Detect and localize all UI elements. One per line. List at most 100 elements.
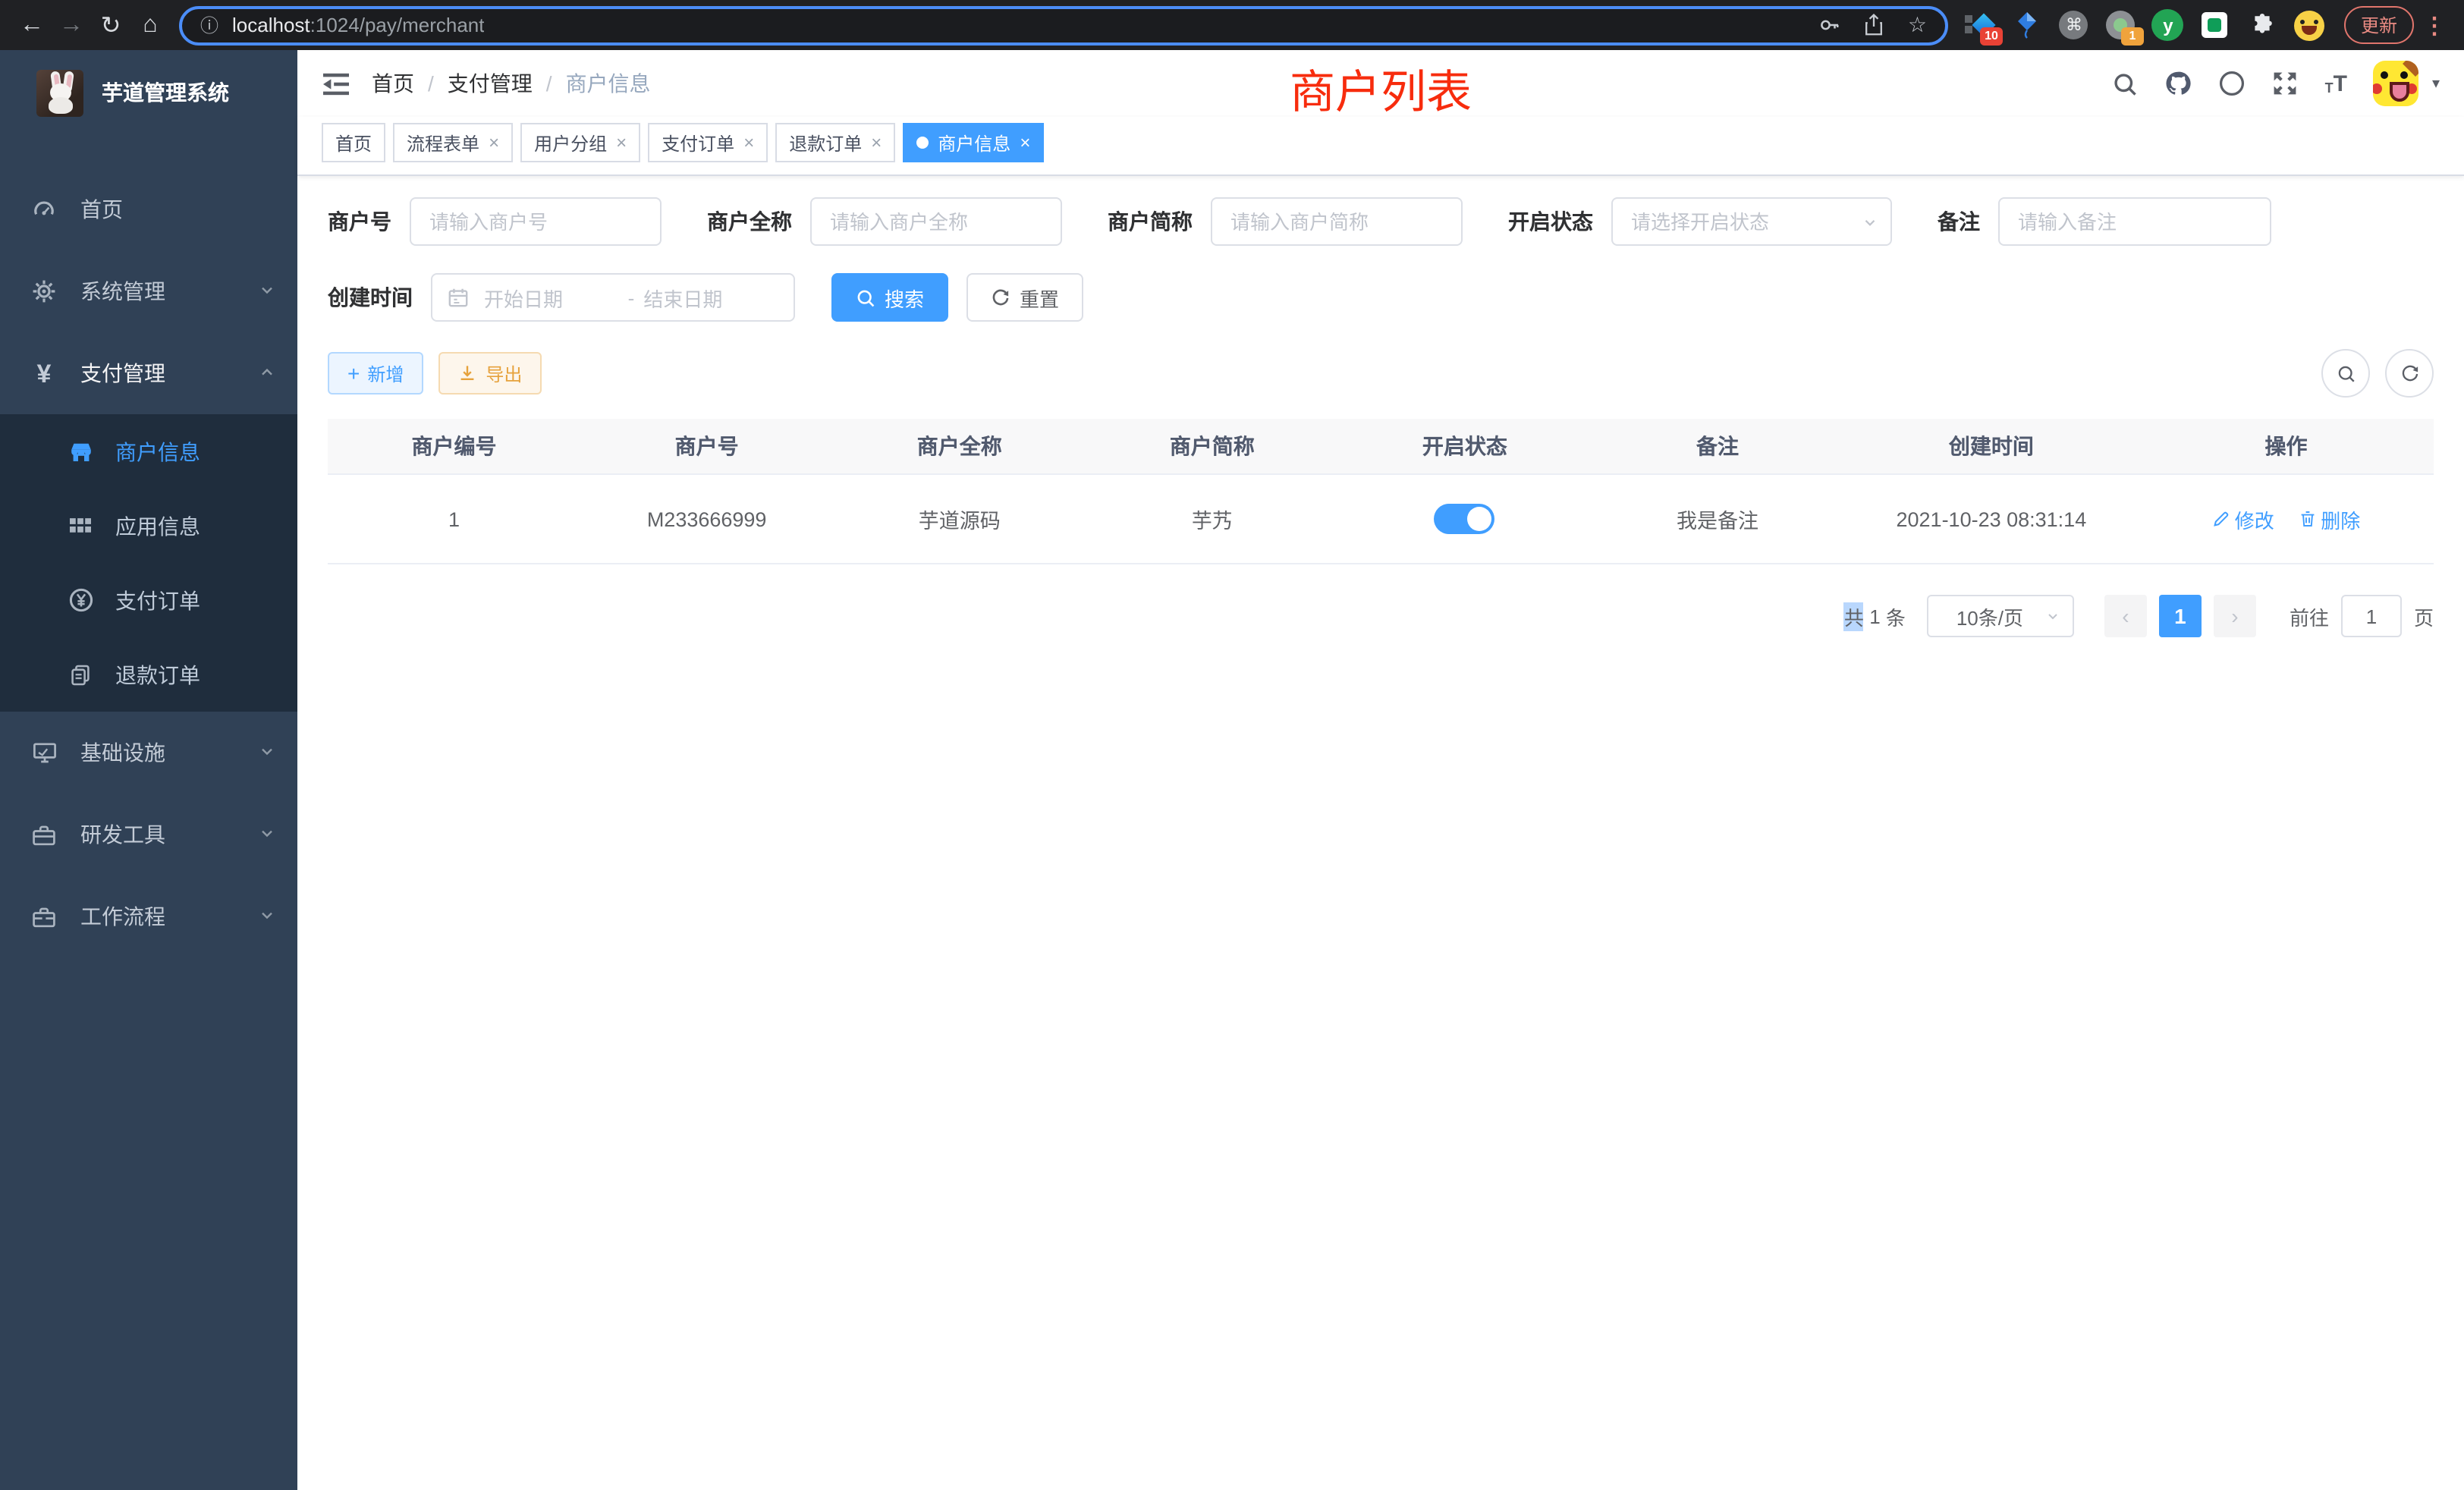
extension-meet-icon[interactable]: 1 bbox=[2104, 7, 2138, 43]
reload-icon[interactable]: ↻ bbox=[91, 5, 130, 45]
sidebar-item-merchant-info[interactable]: 商户信息 bbox=[0, 414, 297, 489]
tab-close-icon[interactable]: × bbox=[743, 132, 754, 153]
header-search-icon[interactable] bbox=[2113, 71, 2139, 96]
remark-input[interactable] bbox=[1998, 197, 2271, 246]
sidebar-item-refund-order[interactable]: 退款订单 bbox=[0, 637, 297, 712]
tab-close-icon[interactable]: × bbox=[871, 132, 882, 153]
extension-kite-icon[interactable] bbox=[2010, 7, 2044, 43]
app-logo-row[interactable]: 芋道管理系统 bbox=[0, 50, 297, 135]
tab-home[interactable]: 首页 bbox=[322, 123, 385, 162]
sidebar-item-dev-tools[interactable]: 研发工具 bbox=[0, 794, 297, 875]
tab-user-group[interactable]: 用户分组 × bbox=[520, 123, 640, 162]
search-button[interactable]: 搜索 bbox=[831, 273, 948, 322]
refresh-button[interactable] bbox=[2385, 349, 2434, 398]
tab-close-icon[interactable]: × bbox=[616, 132, 627, 153]
profile-avatar-icon[interactable] bbox=[2293, 7, 2326, 43]
short-name-input[interactable] bbox=[1211, 197, 1463, 246]
sidebar-item-system[interactable]: 系统管理 bbox=[0, 250, 297, 332]
edit-link[interactable]: 修改 bbox=[2212, 505, 2274, 533]
extension-chat-icon[interactable] bbox=[2198, 7, 2232, 43]
next-page-button[interactable]: › bbox=[2214, 595, 2256, 637]
tab-process-form[interactable]: 流程表单× bbox=[393, 123, 513, 162]
tab-refund-order[interactable]: 退款订单× bbox=[775, 123, 895, 162]
chevron-down-icon bbox=[258, 822, 276, 847]
dashboard-icon bbox=[30, 197, 58, 222]
user-avatar[interactable] bbox=[2373, 61, 2418, 106]
sidebar-submenu-pay: 商户信息 应用信息 支付订单 bbox=[0, 414, 297, 712]
share-icon[interactable] bbox=[1864, 14, 1885, 36]
yen-circle-icon bbox=[67, 587, 94, 613]
table-toolbar: + 新增 导出 bbox=[328, 349, 2434, 398]
status-toggle[interactable] bbox=[1435, 504, 1495, 534]
tab-merchant-info[interactable]: 商户信息× bbox=[903, 123, 1044, 162]
breadcrumb-pay[interactable]: 支付管理 bbox=[448, 68, 533, 99]
goto-page-input[interactable] bbox=[2341, 595, 2402, 637]
yen-icon: ¥ bbox=[30, 360, 58, 386]
end-date-placeholder[interactable]: 结束日期 bbox=[643, 283, 778, 312]
sidebar-item-home[interactable]: 首页 bbox=[0, 168, 297, 250]
password-key-icon[interactable] bbox=[1818, 14, 1841, 36]
site-info-icon[interactable]: ⓘ bbox=[200, 12, 218, 38]
total-prefix: 共 bbox=[1844, 602, 1864, 630]
extension-command-icon[interactable]: ⌘ bbox=[2057, 7, 2091, 43]
tab-pay-order[interactable]: 支付订单 × bbox=[648, 123, 768, 162]
app-logo-avatar bbox=[36, 69, 83, 116]
extensions-puzzle-icon[interactable] bbox=[2246, 7, 2279, 43]
tab-close-icon[interactable]: × bbox=[1020, 132, 1030, 153]
breadcrumb-separator: / bbox=[428, 71, 434, 96]
toggle-search-button[interactable] bbox=[2321, 349, 2370, 398]
reset-button[interactable]: 重置 bbox=[966, 273, 1083, 322]
sidebar-item-pay-order[interactable]: 支付订单 bbox=[0, 563, 297, 637]
breadcrumb-home[interactable]: 首页 bbox=[372, 68, 414, 99]
total-value: 1 bbox=[1869, 605, 1880, 627]
prev-page-button[interactable]: ‹ bbox=[2104, 595, 2147, 637]
col-merchant-id: 商户编号 bbox=[328, 431, 580, 461]
page-size-select[interactable]: 10条/页 bbox=[1927, 595, 2074, 637]
tab-label: 用户分组 bbox=[534, 130, 607, 156]
address-bar[interactable]: ⓘ localhost:1024/pay/merchant ☆ bbox=[179, 5, 1948, 45]
sidebar-item-pay[interactable]: ¥ 支付管理 bbox=[0, 332, 297, 414]
back-icon[interactable]: ← bbox=[12, 5, 52, 45]
github-icon[interactable] bbox=[2164, 70, 2193, 97]
col-remark: 备注 bbox=[1591, 431, 1843, 461]
tab-label: 支付订单 bbox=[662, 130, 734, 156]
active-tab-dot bbox=[916, 137, 929, 149]
filter-row-1: 商户号 商户全称 商户简称 开启状态 bbox=[328, 197, 2434, 246]
font-size-icon[interactable]: TT bbox=[2325, 72, 2347, 95]
start-date-placeholder[interactable]: 开始日期 bbox=[484, 283, 619, 312]
sidebar-collapse-icon[interactable] bbox=[322, 71, 350, 96]
bookmark-star-icon[interactable]: ☆ bbox=[1908, 12, 1927, 38]
add-button[interactable]: + 新增 bbox=[328, 352, 423, 395]
edit-link-label: 修改 bbox=[2235, 505, 2274, 533]
date-range-separator: - bbox=[628, 286, 635, 309]
pagination: 共 1 条 10条/页 ‹ 1 › 前往 页 bbox=[328, 595, 2434, 637]
storefront-icon bbox=[67, 439, 94, 464]
page-1-button[interactable]: 1 bbox=[2159, 595, 2202, 637]
home-icon[interactable]: ⌂ bbox=[130, 5, 170, 45]
chevron-down-icon bbox=[2045, 608, 2060, 624]
tab-close-icon[interactable]: × bbox=[489, 132, 499, 153]
col-status: 开启状态 bbox=[1338, 431, 1591, 461]
fullscreen-icon[interactable] bbox=[2272, 70, 2299, 97]
browser-toolbar: ← → ↻ ⌂ ⓘ localhost:1024/pay/merchant ☆ … bbox=[0, 0, 2464, 50]
chrome-update-button[interactable]: 更新 bbox=[2344, 6, 2414, 44]
export-button[interactable]: 导出 bbox=[438, 352, 542, 395]
full-name-input[interactable] bbox=[810, 197, 1062, 246]
forward-icon[interactable]: → bbox=[52, 5, 91, 45]
chrome-menu-icon[interactable]: ⋮ bbox=[2417, 11, 2452, 39]
extension-blue-diamond-icon[interactable]: 10 bbox=[1963, 7, 1997, 43]
delete-link[interactable]: 删除 bbox=[2298, 505, 2360, 533]
cell-short-name: 芋艿 bbox=[1086, 504, 1338, 534]
help-icon[interactable] bbox=[2219, 70, 2246, 97]
date-range-picker[interactable]: 开始日期 - 结束日期 bbox=[431, 273, 795, 322]
plus-icon: + bbox=[347, 363, 360, 384]
status-select[interactable] bbox=[1611, 197, 1892, 246]
sidebar-item-label: 研发工具 bbox=[80, 819, 258, 850]
sidebar-item-infra[interactable]: 基础设施 bbox=[0, 712, 297, 794]
extension-y-icon[interactable]: y bbox=[2151, 7, 2185, 43]
avatar-caret-icon[interactable]: ▾ bbox=[2432, 75, 2440, 92]
sidebar-item-label: 支付订单 bbox=[115, 585, 200, 615]
sidebar-item-workflow[interactable]: 工作流程 bbox=[0, 875, 297, 957]
sidebar-item-app-info[interactable]: 应用信息 bbox=[0, 489, 297, 563]
merchant-no-input[interactable] bbox=[410, 197, 662, 246]
